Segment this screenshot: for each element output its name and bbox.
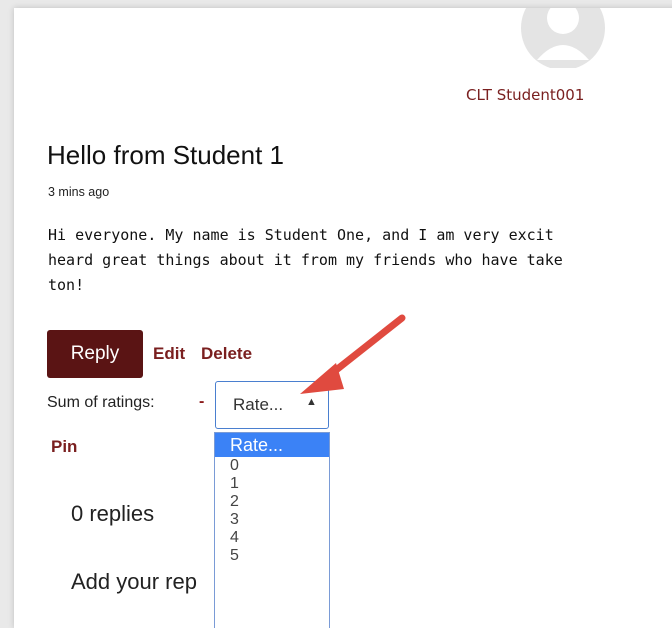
rating-option[interactable]: 5 <box>215 547 329 565</box>
rating-dropdown-list[interactable]: Rate... 0 1 2 3 4 5 <box>214 432 330 628</box>
post-card: CLT Student001 Hello from Student 1 3 mi… <box>14 8 672 628</box>
post-timestamp: 3 mins ago <box>48 185 110 199</box>
user-avatar-icon <box>521 8 605 68</box>
post-body: Hi everyone. My name is Student One, and… <box>48 223 672 298</box>
post-body-line: ton! <box>48 276 85 294</box>
ratings-label: Sum of ratings: <box>47 394 155 411</box>
rating-option[interactable]: 3 <box>215 511 329 529</box>
rating-select[interactable]: Rate... ▲ <box>215 381 329 429</box>
pin-link[interactable]: Pin <box>51 437 77 457</box>
rating-option[interactable]: 0 <box>215 457 329 475</box>
ratings-sum[interactable]: - <box>199 393 204 411</box>
author-name[interactable]: CLT Student001 <box>466 86 584 104</box>
reply-button[interactable]: Reply <box>47 330 143 378</box>
rating-option[interactable]: Rate... <box>215 433 329 457</box>
post-body-line: Hi everyone. My name is Student One, and… <box>48 226 554 244</box>
rating-option[interactable]: 4 <box>215 529 329 547</box>
delete-link[interactable]: Delete <box>201 344 252 364</box>
sort-caret-icon: ▲ <box>306 396 317 408</box>
rating-select-value: Rate... <box>233 395 284 414</box>
edit-link[interactable]: Edit <box>153 344 185 364</box>
replies-count: 0 replies <box>71 501 155 526</box>
add-reply-heading: Add your rep <box>71 569 197 594</box>
post-body-line: heard great things about it from my frie… <box>48 251 563 269</box>
rating-option[interactable]: 1 <box>215 475 329 493</box>
rating-option[interactable]: 2 <box>215 493 329 511</box>
post-title: Hello from Student 1 <box>47 140 285 170</box>
